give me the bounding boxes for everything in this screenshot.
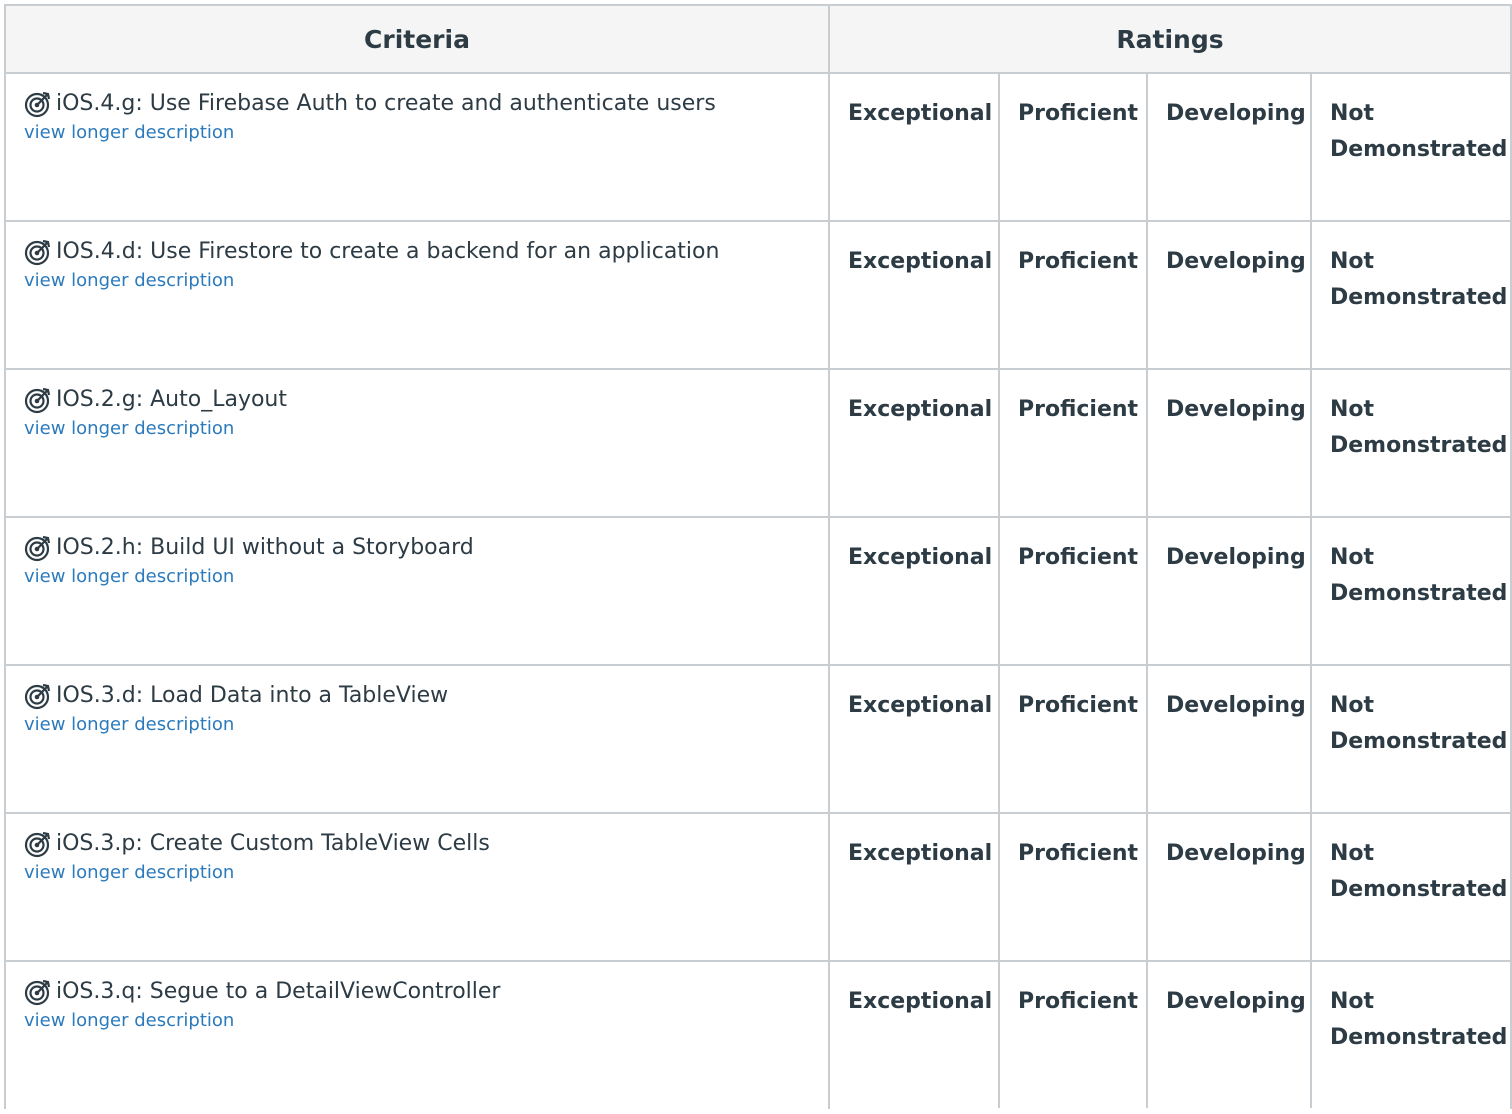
view-longer-description-link[interactable]: view longer description: [24, 418, 234, 439]
rating-exceptional[interactable]: Exceptional: [830, 814, 998, 960]
outcome-target-icon: [24, 387, 51, 414]
rating-proficient[interactable]: Proficient: [998, 962, 1146, 1108]
criterion-cell: IOS.2.g: Auto_Layout view longer descrip…: [4, 368, 830, 518]
criterion-row: IOS.2.h: Build UI without a Storyboard v…: [4, 516, 1512, 666]
criterion-title: IOS.3.d: Load Data into a TableView: [56, 683, 449, 708]
rubric-header-row: Criteria Ratings: [4, 4, 1512, 74]
ratings-header: Ratings: [828, 4, 1512, 74]
rating-proficient[interactable]: Proficient: [998, 74, 1146, 220]
ratings-cell: Exceptional Proficient Developing Not De…: [828, 368, 1512, 518]
rating-proficient[interactable]: Proficient: [998, 666, 1146, 812]
view-longer-description-link[interactable]: view longer description: [24, 862, 234, 883]
view-longer-description-link[interactable]: view longer description: [24, 122, 234, 143]
rating-exceptional[interactable]: Exceptional: [830, 222, 998, 368]
rating-proficient[interactable]: Proficient: [998, 814, 1146, 960]
rating-developing[interactable]: Developing: [1146, 814, 1310, 960]
criterion-cell: IOS.4.d: Use Firestore to create a backe…: [4, 220, 830, 370]
criterion-row: IOS.4.d: Use Firestore to create a backe…: [4, 220, 1512, 370]
outcome-target-icon: [24, 979, 51, 1006]
outcome-target-icon: [24, 831, 51, 858]
criterion-row: iOS.3.q: Segue to a DetailViewController…: [4, 960, 1512, 1109]
criterion-cell: IOS.3.d: Load Data into a TableView view…: [4, 664, 830, 814]
ratings-cell: Exceptional Proficient Developing Not De…: [828, 220, 1512, 370]
rating-exceptional[interactable]: Exceptional: [830, 962, 998, 1108]
criterion-title: iOS.3.q: Segue to a DetailViewController: [56, 979, 501, 1004]
rating-proficient[interactable]: Proficient: [998, 370, 1146, 516]
criterion-title: iOS.4.g: Use Firebase Auth to create and…: [56, 91, 716, 116]
ratings-cell: Exceptional Proficient Developing Not De…: [828, 72, 1512, 222]
outcome-target-icon: [24, 239, 51, 266]
ratings-cell: Exceptional Proficient Developing Not De…: [828, 664, 1512, 814]
rating-exceptional[interactable]: Exceptional: [830, 666, 998, 812]
criterion-cell: iOS.4.g: Use Firebase Auth to create and…: [4, 72, 830, 222]
rating-not-demonstrated[interactable]: Not Demonstrated: [1310, 518, 1512, 664]
outcome-target-icon: [24, 535, 51, 562]
ratings-cell: Exceptional Proficient Developing Not De…: [828, 516, 1512, 666]
criterion-row: IOS.2.g: Auto_Layout view longer descrip…: [4, 368, 1512, 518]
rating-exceptional[interactable]: Exceptional: [830, 74, 998, 220]
criteria-header: Criteria: [4, 4, 830, 74]
rating-developing[interactable]: Developing: [1146, 666, 1310, 812]
rating-developing[interactable]: Developing: [1146, 370, 1310, 516]
ratings-cell: Exceptional Proficient Developing Not De…: [828, 812, 1512, 962]
ratings-cell: Exceptional Proficient Developing Not De…: [828, 960, 1512, 1109]
criterion-title: IOS.4.d: Use Firestore to create a backe…: [56, 239, 720, 264]
rating-not-demonstrated[interactable]: Not Demonstrated: [1310, 666, 1512, 812]
rating-not-demonstrated[interactable]: Not Demonstrated: [1310, 74, 1512, 220]
view-longer-description-link[interactable]: view longer description: [24, 1010, 234, 1031]
rating-exceptional[interactable]: Exceptional: [830, 518, 998, 664]
criterion-row: iOS.4.g: Use Firebase Auth to create and…: [4, 72, 1512, 222]
view-longer-description-link[interactable]: view longer description: [24, 566, 234, 587]
criterion-cell: IOS.2.h: Build UI without a Storyboard v…: [4, 516, 830, 666]
rating-developing[interactable]: Developing: [1146, 74, 1310, 220]
criterion-title: iOS.3.p: Create Custom TableView Cells: [56, 831, 490, 856]
rating-proficient[interactable]: Proficient: [998, 222, 1146, 368]
view-longer-description-link[interactable]: view longer description: [24, 270, 234, 291]
rating-developing[interactable]: Developing: [1146, 518, 1310, 664]
rating-not-demonstrated[interactable]: Not Demonstrated: [1310, 814, 1512, 960]
criterion-title: IOS.2.h: Build UI without a Storyboard: [56, 535, 474, 560]
criterion-title: IOS.2.g: Auto_Layout: [56, 387, 287, 412]
rating-developing[interactable]: Developing: [1146, 222, 1310, 368]
rating-proficient[interactable]: Proficient: [998, 518, 1146, 664]
criterion-row: IOS.3.d: Load Data into a TableView view…: [4, 664, 1512, 814]
rating-developing[interactable]: Developing: [1146, 962, 1310, 1108]
rubric-table: Criteria Ratings iOS.4.g: Use Firebase A…: [4, 4, 1512, 1109]
rating-not-demonstrated[interactable]: Not Demonstrated: [1310, 222, 1512, 368]
rating-not-demonstrated[interactable]: Not Demonstrated: [1310, 962, 1512, 1108]
criterion-row: iOS.3.p: Create Custom TableView Cells v…: [4, 812, 1512, 962]
view-longer-description-link[interactable]: view longer description: [24, 714, 234, 735]
rating-exceptional[interactable]: Exceptional: [830, 370, 998, 516]
outcome-target-icon: [24, 683, 51, 710]
rating-not-demonstrated[interactable]: Not Demonstrated: [1310, 370, 1512, 516]
criterion-cell: iOS.3.p: Create Custom TableView Cells v…: [4, 812, 830, 962]
outcome-target-icon: [24, 91, 51, 118]
criterion-cell: iOS.3.q: Segue to a DetailViewController…: [4, 960, 830, 1109]
